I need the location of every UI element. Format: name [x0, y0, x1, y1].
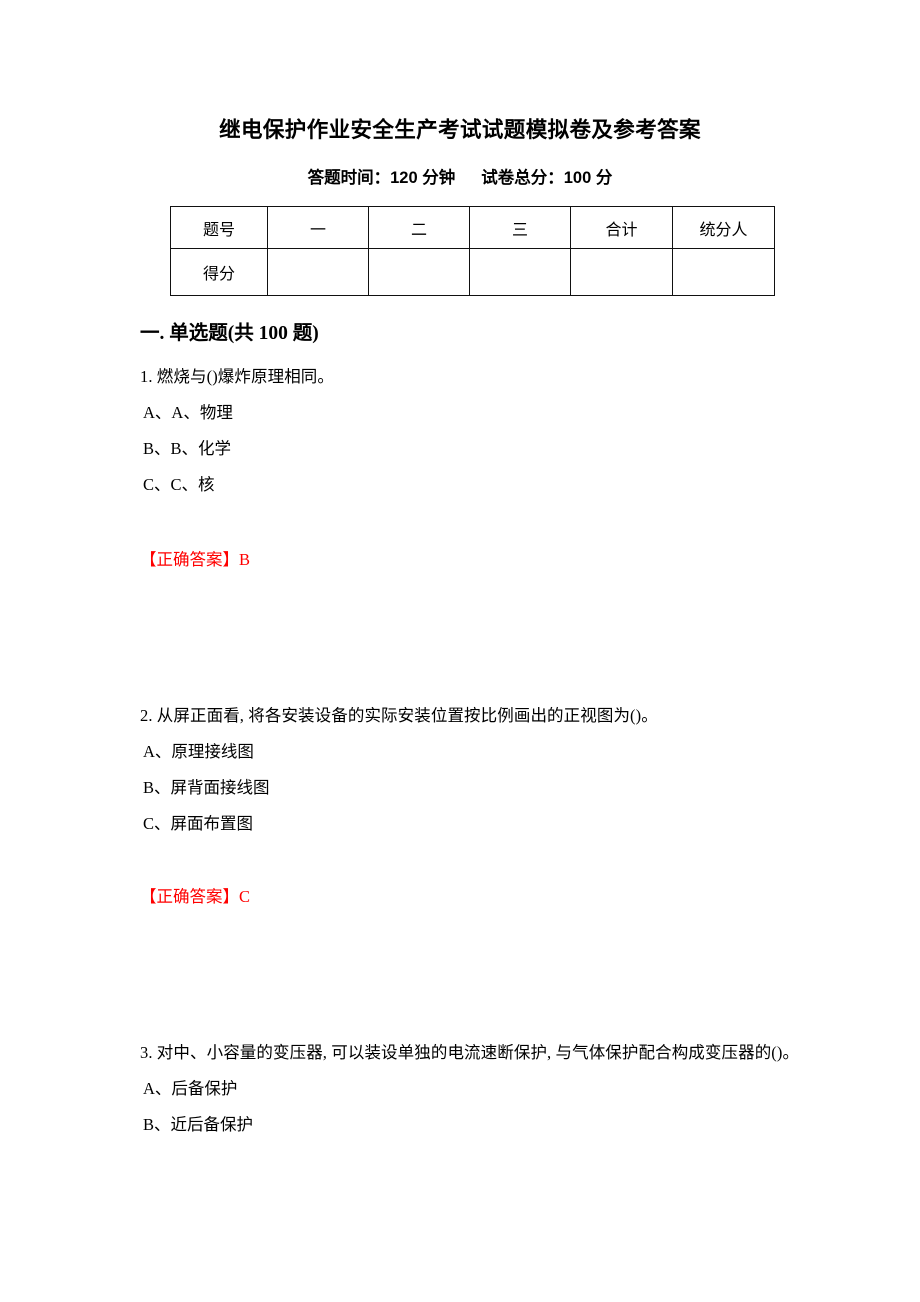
score-cell-2[interactable] [368, 248, 470, 296]
question-stem: 2. 从屏正面看, 将各安装设备的实际安装位置按比例画出的正视图为()。 [140, 706, 658, 725]
score-cell-3[interactable] [469, 248, 571, 296]
page-title: 继电保护作业安全生产考试试题模拟卷及参考答案 [219, 118, 701, 142]
table-row: 得分 [170, 248, 775, 296]
table-header-cell-4: 合计 [570, 206, 673, 249]
table-header-cell-2: 二 [368, 206, 470, 249]
question-option-b[interactable]: B、近后备保护 [140, 1107, 800, 1143]
question-option-a[interactable]: A、原理接线图 [140, 734, 810, 770]
correct-answer-value: C [239, 887, 251, 906]
question-option-a[interactable]: A、后备保护 [140, 1071, 800, 1107]
exam-meta-line: 答题时间：120 分钟 试卷总分：100 分 [0, 166, 920, 190]
correct-answer-label: 【正确答案】 [140, 887, 239, 906]
table-header-cell-5: 统分人 [672, 206, 775, 249]
question-stem: 1. 燃烧与()爆炸原理相同。 [140, 367, 334, 386]
correct-answer: 【正确答案】C [140, 879, 810, 915]
answer-time-label: 答题时间：120 分钟 [307, 169, 456, 187]
question-option-b[interactable]: B、屏背面接线图 [140, 770, 810, 806]
answer-line-1: 【正确答案】B [140, 542, 810, 578]
table-header-cell-0: 题号 [170, 206, 268, 249]
total-score-label: 试卷总分：100 分 [481, 169, 613, 187]
question-block-1: 1. 燃烧与()爆炸原理相同。 A、A、物理 B、B、化学 C、C、核 [140, 359, 810, 503]
answer-line-2: 【正确答案】C [140, 879, 810, 915]
score-table: 题号 一 二 三 合计 统分人 得分 [170, 206, 775, 296]
question-stem: 3. 对中、小容量的变压器, 可以装设单独的电流速断保护, 与气体保护配合构成变… [140, 1043, 800, 1062]
question-option-a[interactable]: A、A、物理 [140, 395, 810, 431]
correct-answer-value: B [239, 550, 251, 569]
score-cell-total[interactable] [570, 248, 673, 296]
correct-answer: 【正确答案】B [140, 542, 810, 578]
question-block-2: 2. 从屏正面看, 将各安装设备的实际安装位置按比例画出的正视图为()。 A、原… [140, 698, 810, 842]
score-cell-1[interactable] [267, 248, 369, 296]
correct-answer-label: 【正确答案】 [140, 550, 239, 569]
table-header-cell-3: 三 [469, 206, 571, 249]
score-row-label: 得分 [170, 248, 268, 296]
table-header-row: 题号 一 二 三 合计 统分人 [170, 206, 775, 249]
question-option-c[interactable]: C、屏面布置图 [140, 806, 810, 842]
score-cell-scorer[interactable] [672, 248, 775, 296]
table-header-cell-1: 一 [267, 206, 369, 249]
question-option-b[interactable]: B、B、化学 [140, 431, 810, 467]
question-option-c[interactable]: C、C、核 [140, 467, 810, 503]
section-heading-single-choice: 一. 单选题(共 100 题) [140, 323, 319, 344]
document-page: 继电保护作业安全生产考试试题模拟卷及参考答案 答题时间：120 分钟 试卷总分：1… [0, 0, 920, 1302]
question-block-3: 3. 对中、小容量的变压器, 可以装设单独的电流速断保护, 与气体保护配合构成变… [140, 1035, 800, 1143]
